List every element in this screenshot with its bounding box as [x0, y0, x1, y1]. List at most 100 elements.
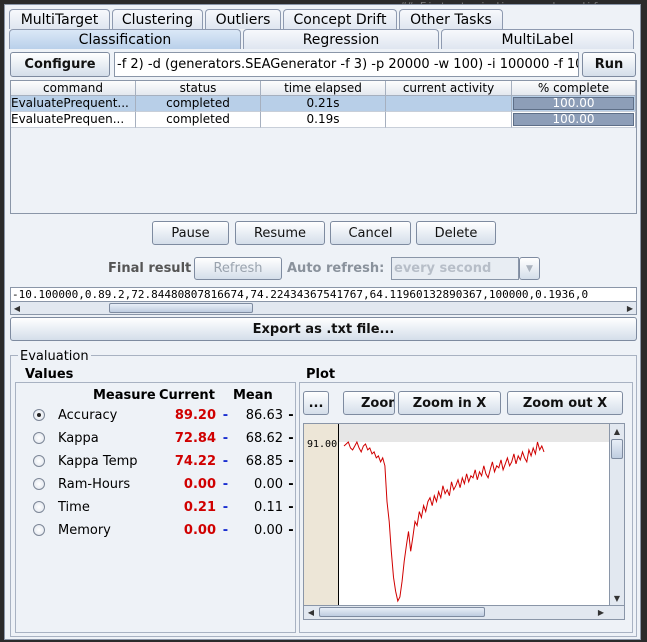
current-dash: -	[222, 522, 229, 538]
measure-mean: 86.63	[245, 407, 283, 423]
header-status[interactable]: status	[136, 81, 261, 96]
plot-hscrollbar[interactable]: ◀ ▶	[304, 605, 624, 619]
cell-activity	[386, 112, 512, 128]
scroll-right-icon[interactable]: ▶	[595, 606, 607, 618]
header-percent-complete[interactable]: % complete	[512, 81, 636, 96]
plot-options-button[interactable]: ...	[303, 391, 329, 415]
measure-row-kappa-temp[interactable]: Kappa Temp 74.22 - 68.85 -	[33, 452, 299, 470]
measure-radio[interactable]	[33, 524, 45, 536]
measure-current: 0.00	[183, 476, 216, 492]
resume-button[interactable]: Resume	[235, 221, 325, 245]
scroll-thumb[interactable]	[109, 303, 253, 313]
plot-vscrollbar[interactable]: ▲ ▼	[609, 424, 624, 605]
measure-radio[interactable]	[33, 501, 45, 513]
mean-dash: -	[288, 430, 294, 446]
current-column-header: Current	[159, 388, 215, 403]
result-scrollbar[interactable]: ◀ ▶	[10, 301, 637, 315]
cell-time: 0.19s	[261, 112, 386, 128]
measure-row-memory[interactable]: Memory 0.00 - 0.00 -	[33, 521, 299, 539]
plot-y-axis	[304, 424, 339, 605]
table-row[interactable]: EvaluatePrequent... completed 0.21s 100.…	[11, 96, 636, 112]
plot-vscroll-thumb[interactable]	[611, 439, 623, 459]
current-dash: -	[222, 476, 229, 492]
measure-row-ram-hours[interactable]: Ram-Hours 0.00 - 0.00 -	[33, 475, 299, 493]
measure-current: 0.00	[183, 522, 216, 538]
cell-status: completed	[136, 112, 261, 128]
plot-line-chart	[343, 440, 545, 603]
progress-bar: 100.00	[513, 113, 634, 126]
command-line-field[interactable]: -f 2) -d (generators.SEAGenerator -f 3) …	[114, 52, 579, 77]
progress-bar: 100.00	[513, 97, 634, 110]
mean-column-header: Mean	[233, 388, 273, 403]
tab-multitarget[interactable]: MultiTarget	[9, 9, 110, 29]
evaluation-title: Evaluation	[18, 349, 91, 364]
mean-dash: -	[288, 407, 294, 423]
auto-refresh-label: Auto refresh:	[287, 261, 385, 276]
command-line-text: -f 2) -d (generators.SEAGenerator -f 3) …	[117, 57, 579, 72]
cell-status: completed	[136, 96, 261, 112]
tab-multilabel[interactable]: MultiLabel	[441, 29, 634, 49]
header-current-activity[interactable]: current activity	[386, 81, 512, 96]
pause-button[interactable]: Pause	[152, 221, 229, 245]
auto-refresh-select[interactable]: every second	[391, 257, 519, 280]
delete-button[interactable]: Delete	[416, 221, 496, 245]
measure-radio[interactable]	[33, 455, 45, 467]
zoom-out-x-button[interactable]: Zoom out X	[507, 391, 623, 415]
measure-row-accuracy[interactable]: Accuracy 89.20 - 86.63 -	[33, 406, 299, 424]
cell-activity	[386, 96, 512, 112]
zoom-in-x-button[interactable]: Zoom in X	[398, 391, 501, 415]
chevron-down-icon: ▼	[526, 263, 533, 274]
tab-classification[interactable]: Classification	[9, 29, 241, 49]
scroll-left-icon[interactable]: ◀	[305, 606, 317, 618]
scroll-right-icon[interactable]: ▶	[624, 302, 636, 314]
table-row[interactable]: EvaluatePrequen... completed 0.19s 100.0…	[11, 112, 636, 128]
values-title: Values	[23, 367, 76, 382]
measure-name: Kappa	[58, 430, 99, 446]
configure-button[interactable]: Configure	[10, 52, 110, 77]
cell-progress: 100.00	[512, 112, 636, 128]
header-command[interactable]: command	[11, 81, 136, 96]
measure-current: 72.84	[174, 430, 216, 446]
final-result-label: Final result	[108, 261, 192, 276]
measure-mean: 68.85	[245, 453, 283, 469]
result-text-field[interactable]: -10.100000,0.89.2,72.84480807816674,74.2…	[10, 287, 637, 302]
scroll-down-icon[interactable]: ▼	[611, 592, 623, 604]
run-button[interactable]: Run	[582, 52, 636, 77]
accuracy-series-line	[343, 440, 545, 603]
scroll-left-icon[interactable]: ◀	[11, 302, 23, 314]
measure-mean: 0.11	[254, 499, 283, 515]
task-table: command status time elapsed current acti…	[10, 80, 637, 214]
refresh-button[interactable]: Refresh	[194, 257, 282, 280]
measure-name: Accuracy	[58, 407, 118, 423]
tab-concept-drift[interactable]: Concept Drift	[283, 9, 397, 29]
measure-radio[interactable]	[33, 409, 45, 421]
zoom-button[interactable]: Zoom	[343, 391, 395, 415]
tab-clustering[interactable]: Clustering	[112, 9, 203, 29]
measure-radio[interactable]	[33, 478, 45, 490]
result-text: -10.100000,0.89.2,72.84480807816674,74.2…	[12, 288, 589, 301]
mean-dash: -	[288, 499, 294, 515]
current-dash: -	[222, 499, 229, 515]
tab-outliers[interactable]: Outliers	[205, 9, 281, 29]
tab-other-tasks[interactable]: Other Tasks	[399, 9, 503, 29]
moa-window: MultiTarget Clustering Outliers Concept …	[4, 4, 641, 640]
plot-area[interactable]: 91.00 ▲ ▼ ◀ ▶	[303, 423, 625, 620]
mean-dash: -	[288, 453, 294, 469]
measure-row-time[interactable]: Time 0.21 - 0.11 -	[33, 498, 299, 516]
auto-refresh-dropdown[interactable]: ▼	[519, 257, 540, 280]
tab-regression[interactable]: Regression	[243, 29, 439, 49]
scroll-up-icon[interactable]: ▲	[611, 425, 623, 437]
current-dash: -	[222, 453, 229, 469]
current-dash: -	[222, 407, 229, 423]
cancel-button[interactable]: Cancel	[330, 221, 411, 245]
plot-hscroll-thumb[interactable]	[319, 607, 485, 617]
export-txt-button[interactable]: Export as .txt file...	[10, 317, 637, 341]
measure-radio[interactable]	[33, 432, 45, 444]
header-time-elapsed[interactable]: time elapsed	[261, 81, 386, 96]
mean-dash: -	[288, 476, 294, 492]
measure-name: Ram-Hours	[58, 476, 131, 492]
measure-row-kappa[interactable]: Kappa 72.84 - 68.62 -	[33, 429, 299, 447]
measure-current: 0.21	[183, 499, 216, 515]
measure-column-header: Measure	[93, 388, 156, 403]
plot-y-label: 91.00	[307, 439, 338, 450]
